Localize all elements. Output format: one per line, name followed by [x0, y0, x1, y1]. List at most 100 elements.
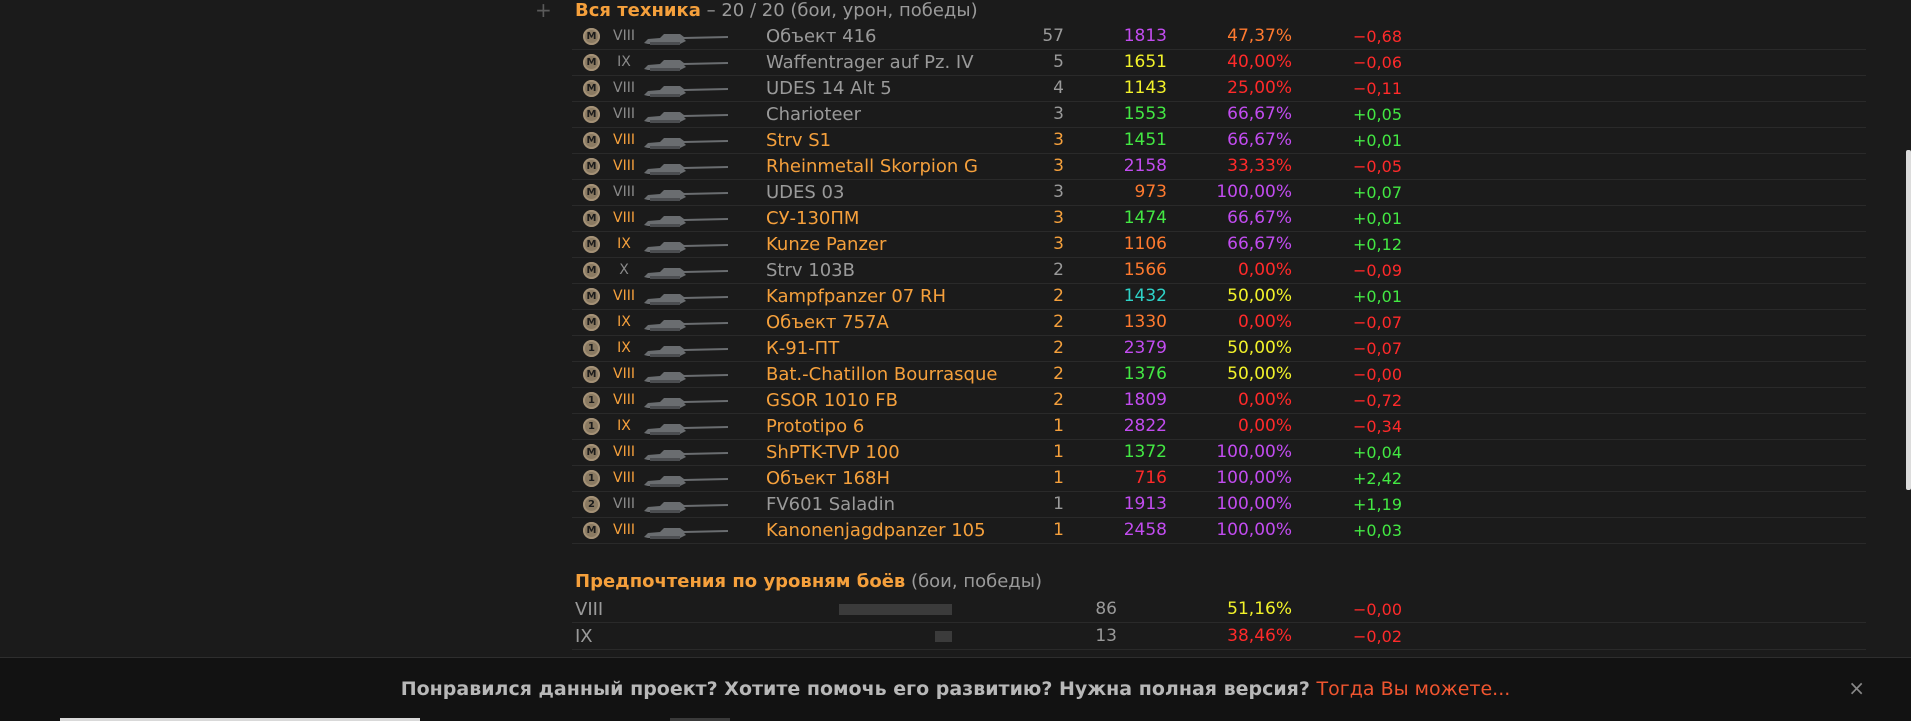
vehicle-name[interactable]: GSOR 1010 FB	[766, 388, 898, 413]
vehicle-row[interactable]: M IX Kunze Panzer 3 1106 66,67% +0,12	[572, 232, 1866, 258]
vehicle-winrate-delta: +0,04	[1352, 443, 1402, 462]
vehicle-row[interactable]: 1 VIII Объект 168Н 1 716 100,00% +2,42	[572, 466, 1866, 492]
vehicle-name[interactable]: Объект 168Н	[766, 466, 890, 491]
vehicle-damage: 1809	[1123, 390, 1167, 410]
tank-icon	[640, 81, 732, 97]
vehicle-battles: 3	[1053, 182, 1064, 202]
vehicle-row[interactable]: 1 VIII GSOR 1010 FB 2 1809 0,00% −0,72	[572, 388, 1866, 414]
scrollbar-thumb[interactable]	[1906, 150, 1911, 490]
vehicle-row[interactable]: M VIII Kanonenjagdpanzer 105 1 2458 100,00% +0…	[572, 518, 1866, 544]
tank-icon	[640, 471, 732, 487]
vehicle-winrate: 66,67%	[1227, 234, 1292, 254]
vehicle-name[interactable]: Strv 103B	[766, 258, 855, 283]
vehicle-row[interactable]: M VIII Объект 416 57 1813 47,37% −0,68	[572, 24, 1866, 50]
level-winrate: 38,46%	[1227, 626, 1292, 646]
vehicle-tier: VIII	[613, 132, 635, 148]
vehicle-tier: VIII	[613, 80, 635, 96]
vehicle-name[interactable]: СУ-130ПМ	[766, 206, 859, 231]
vehicle-name[interactable]: FV601 Saladin	[766, 492, 895, 517]
vehicle-winrate: 0,00%	[1237, 390, 1292, 410]
tank-icon	[640, 367, 732, 383]
vehicle-damage: 1432	[1123, 286, 1167, 306]
tank-icon	[640, 419, 732, 435]
vehicle-tier: X	[619, 262, 629, 278]
mastery-badge-icon: M	[583, 366, 600, 383]
vehicle-name[interactable]: UDES 14 Alt 5	[766, 76, 892, 101]
vehicle-winrate-delta: −0,09	[1352, 261, 1402, 280]
vehicle-tier: VIII	[613, 158, 635, 174]
vehicle-damage: 973	[1134, 182, 1167, 202]
vehicle-battles: 57	[1042, 26, 1064, 46]
mastery-badge-icon: M	[583, 158, 600, 175]
vehicle-tier: VIII	[613, 288, 635, 304]
footer-message: Понравился данный проект? Хотите помочь …	[0, 678, 1911, 700]
vehicle-winrate: 50,00%	[1227, 286, 1292, 306]
close-icon[interactable]: ×	[1848, 676, 1865, 700]
vehicle-name[interactable]: Kampfpanzer 07 RH	[766, 284, 946, 309]
mastery-badge-icon: M	[583, 54, 600, 71]
tank-icon	[640, 237, 732, 253]
vehicle-row[interactable]: 2 VIII FV601 Saladin 1 1913 100,00% +1,19	[572, 492, 1866, 518]
level-share-bar	[839, 604, 952, 615]
vehicle-row[interactable]: M VIII СУ-130ПМ 3 1474 66,67% +0,01	[572, 206, 1866, 232]
vehicle-name[interactable]: Kanonenjagdpanzer 105	[766, 518, 986, 543]
vehicle-battles: 2	[1053, 390, 1064, 410]
tank-icon	[640, 185, 732, 201]
vehicle-winrate-delta: +0,01	[1352, 287, 1402, 306]
mastery-badge-icon: M	[583, 262, 600, 279]
mastery-badge-icon: M	[583, 314, 600, 331]
vehicle-name[interactable]: Объект 757А	[766, 310, 889, 335]
vehicle-row[interactable]: M VIII Rheinmetall Skorpion G 3 2158 33,33% −0…	[572, 154, 1866, 180]
vehicle-row[interactable]: M VIII UDES 14 Alt 5 4 1143 25,00% −0,11	[572, 76, 1866, 102]
vehicle-name[interactable]: Charioteer	[766, 102, 861, 127]
vehicle-damage: 1376	[1123, 364, 1167, 384]
vehicle-name[interactable]: Объект 416	[766, 24, 877, 49]
vehicle-tier: VIII	[613, 522, 635, 538]
vehicle-name[interactable]: Rheinmetall Skorpion G	[766, 154, 978, 179]
tank-icon	[640, 29, 732, 45]
vehicle-tier: VIII	[613, 496, 635, 512]
vehicle-name[interactable]: ShPTK-TVP 100	[766, 440, 900, 465]
level-winrate: 51,16%	[1227, 599, 1292, 619]
tank-icon	[640, 315, 732, 331]
vehicle-winrate: 25,00%	[1227, 78, 1292, 98]
vehicle-winrate: 0,00%	[1237, 312, 1292, 332]
vehicle-winrate-delta: +2,42	[1352, 469, 1402, 488]
vehicle-row[interactable]: M VIII Charioteer 3 1553 66,67% +0,05	[572, 102, 1866, 128]
footer-banner: Понравился данный проект? Хотите помочь …	[0, 657, 1911, 721]
vehicle-row[interactable]: 1 IX Prototipo 6 1 2822 0,00% −0,34	[572, 414, 1866, 440]
vehicle-row[interactable]: 1 IX К-91-ПТ 2 2379 50,00% −0,07	[572, 336, 1866, 362]
vehicle-row[interactable]: M X Strv 103B 2 1566 0,00% −0,09	[572, 258, 1866, 284]
vehicle-winrate: 100,00%	[1216, 520, 1292, 540]
vehicle-damage: 1451	[1123, 130, 1167, 150]
vehicle-battles: 1	[1053, 520, 1064, 540]
mastery-badge-icon: M	[583, 288, 600, 305]
expand-plus-icon[interactable]: +	[535, 0, 552, 20]
vehicle-name[interactable]: UDES 03	[766, 180, 844, 205]
tank-icon	[640, 445, 732, 461]
vehicle-row[interactable]: M IX Объект 757А 2 1330 0,00% −0,07	[572, 310, 1866, 336]
vehicle-name[interactable]: Kunze Panzer	[766, 232, 886, 257]
vehicle-row[interactable]: M VIII UDES 03 3 973 100,00% +0,07	[572, 180, 1866, 206]
vehicle-row[interactable]: M VIII ShPTK-TVP 100 1 1372 100,00% +0,04	[572, 440, 1866, 466]
vehicle-winrate-delta: −0,72	[1352, 391, 1402, 410]
vehicle-row[interactable]: M VIII Strv S1 3 1451 66,67% +0,01	[572, 128, 1866, 154]
vehicle-row[interactable]: M IX Waffentrager auf Pz. IV 5 1651 40,00% −0,…	[572, 50, 1866, 76]
footer-support-link[interactable]: Тогда Вы можете...	[1317, 678, 1511, 700]
vehicle-damage: 1330	[1123, 312, 1167, 332]
vehicle-row[interactable]: M VIII Kampfpanzer 07 RH 2 1432 50,00% +0,01	[572, 284, 1866, 310]
vehicle-name[interactable]: Waffentrager auf Pz. IV	[766, 50, 974, 75]
vehicle-name[interactable]: Bat.-Chatillon Bourrasque	[766, 362, 997, 387]
vehicle-winrate: 100,00%	[1216, 182, 1292, 202]
vehicle-row[interactable]: M VIII Bat.-Chatillon Bourrasque 2 1376 50,00…	[572, 362, 1866, 388]
vehicles-heading-title: Вся техника	[575, 0, 701, 21]
vehicle-tier: IX	[617, 54, 631, 70]
vehicle-name[interactable]: К-91-ПТ	[766, 336, 839, 361]
vehicle-battles: 3	[1053, 130, 1064, 150]
level-battles: 13	[1095, 626, 1117, 646]
vehicle-tier: VIII	[613, 366, 635, 382]
scrollbar[interactable]	[1903, 0, 1911, 720]
vehicle-name[interactable]: Strv S1	[766, 128, 831, 153]
vehicle-name[interactable]: Prototipo 6	[766, 414, 864, 439]
vehicle-damage: 2458	[1123, 520, 1167, 540]
